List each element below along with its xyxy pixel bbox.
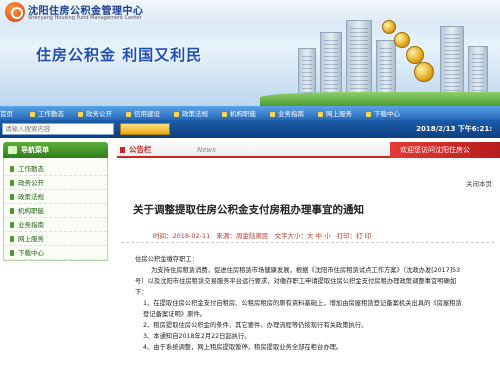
sidebar-item-guide[interactable]: 业务指南 — [4, 218, 107, 232]
nav-gov-affairs[interactable]: 政务公开 — [64, 108, 112, 118]
article-list-item: 4、由于系统调整，网上租房提取暂停，租房提取业务全部在柜台办理。 — [143, 344, 343, 351]
nav-dot-icon — [270, 111, 275, 117]
header-banner: 沈阳住房公积金管理中心 Shenyang Housing Fund Manage… — [0, 0, 500, 106]
divider — [121, 242, 494, 243]
sidebar-item-policy[interactable]: 政策法规 — [4, 190, 107, 204]
nav-dot-icon — [30, 111, 35, 117]
banner-slogan: 住房公积金 利国又利民 — [36, 46, 203, 64]
org-name-english: Shenyang Housing Fund Management Center — [28, 15, 142, 21]
nav-policy[interactable]: 政策法规 — [160, 108, 208, 118]
close-page-link[interactable]: 关闭本页 — [466, 178, 492, 188]
main-content: 公告栏 News 欢迎您访问沈阳住房公 关闭本页 关于调整提取住房公积金支付房租… — [117, 142, 500, 380]
article-list-item: 2、租房提取住房公积金的条件、其它要件、办理流程等仍按现行有关政策执行。 — [143, 322, 368, 329]
current-datetime: 2018/2/13 下午6:21: — [416, 125, 492, 133]
nav-guide[interactable]: 业务指南 — [256, 108, 304, 118]
sidebar-item-online-service[interactable]: 网上服务 — [4, 232, 107, 246]
main-nav: 首页 工作動态 政务公开 信用建设 政策法规 机构职能 业务指南 网上服务 下载… — [0, 106, 500, 120]
grass-decoration — [260, 92, 500, 106]
sidebar-list: 工作動态 政务公开 政策法规 机构职能 业务指南 网上服务 下载中心 — [3, 158, 108, 261]
sidebar: 导航菜单 工作動态 政务公开 政策法规 机构职能 业务指南 网上服务 下载中心 — [0, 142, 115, 380]
nav-work-news[interactable]: 工作動态 — [16, 108, 64, 118]
nav-dot-icon — [318, 111, 323, 117]
sidebar-item-gov-affairs[interactable]: 政务公开 — [4, 176, 107, 190]
article-salutation: 住房公积金缴存职工： — [135, 256, 198, 263]
welcome-marquee: 欢迎您访问沈阳住房公 — [390, 142, 500, 158]
article-meta: 时间：2018-02-11 来源：周金陆离民 文字大小：大 中 小 打印：打 印 — [153, 230, 375, 240]
search-button[interactable] — [120, 123, 170, 135]
article-title: 关于调整提取住房公积金支付房租办理事宜的通知 — [133, 204, 364, 216]
search-input[interactable] — [2, 123, 114, 135]
article-time: 时间：2018-02-11 — [153, 232, 211, 240]
sidebar-item-download[interactable]: 下载中心 — [4, 246, 107, 260]
print-link[interactable]: 打印：打 印 — [337, 232, 372, 240]
sidebar-item-work-news[interactable]: 工作動态 — [4, 162, 107, 176]
nav-dot-icon — [366, 111, 371, 117]
nav-home[interactable]: 首页 — [0, 108, 16, 118]
article-source: 来源：周金陆离民 — [216, 232, 269, 240]
search-bar: 2018/2/13 下午6:21: — [0, 120, 500, 138]
nav-download[interactable]: 下载中心 — [352, 108, 400, 118]
sidebar-item-org[interactable]: 机构职能 — [4, 204, 107, 218]
logo-icon[interactable] — [5, 2, 25, 22]
menu-icon — [8, 146, 17, 154]
article-paragraph: 为支持住房租赁消费，促进住房租赁市场健康发展，根据《沈阳市住房租赁试点工作方案》… — [135, 267, 461, 296]
nav-credit[interactable]: 信用建设 — [112, 108, 160, 118]
nav-dot-icon — [126, 111, 131, 117]
nav-online-service[interactable]: 网上服务 — [304, 108, 352, 118]
sidebar-title: 导航菜单 — [3, 142, 108, 158]
nav-dot-icon — [222, 111, 227, 117]
nav-dot-icon — [78, 111, 83, 117]
article-list-item: 3、本通知自2018年2月22日起执行。 — [143, 333, 251, 340]
tab-news-label: News — [197, 146, 216, 154]
nav-org[interactable]: 机构职能 — [208, 108, 256, 118]
article-body: 住房公积金缴存职工： 为支持住房租赁消费，促进住房租赁市场健康发展，根据《沈阳市… — [135, 254, 465, 353]
bulletin-tab-bar: 公告栏 News 欢迎您访问沈阳住房公 — [117, 142, 500, 158]
font-size-switch[interactable]: 文字大小：大 中 小 — [274, 232, 330, 240]
article-list-item: 1、在提取住房公积金支付自租房、公租房租房的原有资料基础上，增加由房屋租赁登记备… — [143, 300, 462, 318]
nav-dot-icon — [174, 111, 179, 117]
tab-bulletin[interactable]: 公告栏 — [117, 142, 177, 158]
